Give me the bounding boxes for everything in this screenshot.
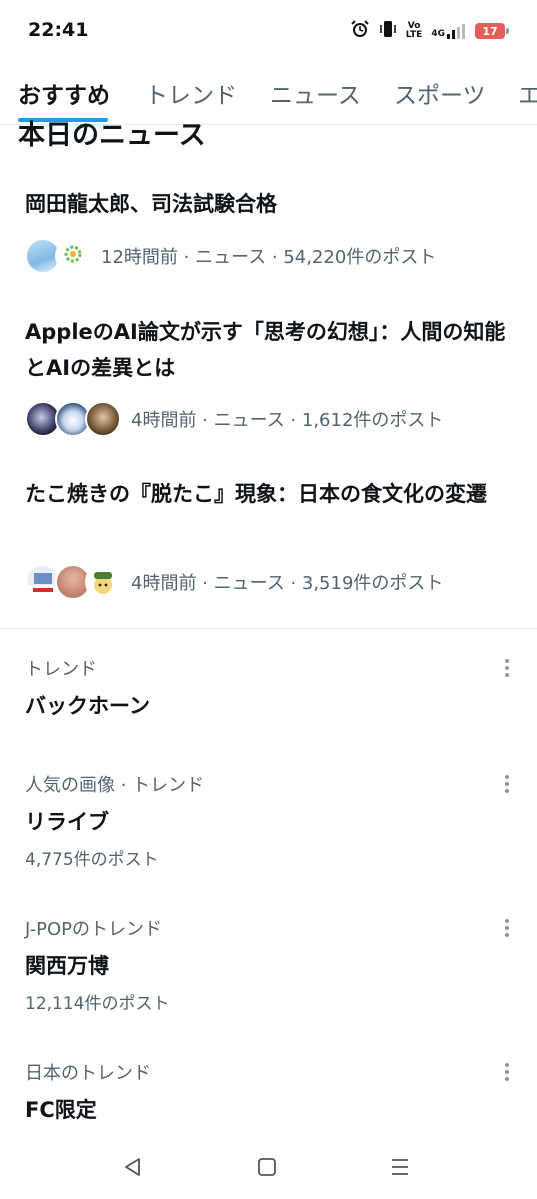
trend-post-count: 12,114件のポスト: [25, 994, 170, 1014]
more-options-icon[interactable]: [498, 771, 516, 797]
trend-category: J-POPのトレンド: [25, 919, 163, 940]
news-item-title[interactable]: AppleのAI論文が示す「思考の幻想」：人間の知能とAIの差異とは: [25, 314, 510, 386]
trend-name: FC限定: [25, 1098, 97, 1122]
news-meta-text: 4時間前 · ニュース · 1,612件のポスト: [131, 410, 444, 431]
news-meta-text: 12時間前 · ニュース · 54,220件のポスト: [101, 247, 437, 268]
network-type-label: 4G: [431, 29, 445, 39]
signal-icon: 4G: [431, 23, 466, 39]
avatar: [55, 238, 91, 274]
trend-name: 関西万博: [25, 954, 109, 978]
news-meta-text: 4時間前 · ニュース · 3,519件のポスト: [131, 573, 444, 594]
trend-name: リライブ: [25, 810, 109, 834]
news-item-title[interactable]: 岡田龍太郎、司法試験合格: [25, 186, 510, 222]
status-icons: Vo LTE 4G 17: [350, 18, 509, 44]
news-item-meta: 4時間前 · ニュース · 3,519件のポスト: [25, 564, 443, 600]
battery-icon: 17: [475, 23, 509, 39]
tab-news[interactable]: ニュース: [270, 76, 361, 110]
status-time: 22:41: [28, 19, 89, 41]
system-nav-bar: [0, 1140, 537, 1199]
volte-icon: Vo LTE: [406, 22, 423, 40]
trend-name: バックホーン: [25, 694, 150, 718]
section-divider: [0, 628, 537, 629]
trend-category: 人気の画像 · トレンド: [25, 775, 205, 796]
volte-bottom-label: LTE: [405, 30, 423, 40]
avatar: [85, 401, 121, 437]
more-options-icon[interactable]: [498, 1059, 516, 1085]
tab-trending[interactable]: トレンド: [145, 76, 237, 110]
news-item-title[interactable]: たこ焼きの『脱たこ』現象：日本の食文化の変遷: [25, 476, 510, 512]
more-options-icon[interactable]: [498, 915, 516, 941]
home-icon[interactable]: [252, 1152, 282, 1182]
back-icon[interactable]: [118, 1152, 148, 1182]
tab-recommended[interactable]: おすすめ: [18, 76, 110, 110]
news-item-meta: 12時間前 · ニュース · 54,220件のポスト: [25, 238, 436, 274]
tab-sports[interactable]: スポーツ: [394, 76, 486, 110]
avatar-group: [25, 401, 121, 437]
vibrate-icon: [379, 19, 397, 43]
news-item-meta: 4時間前 · ニュース · 1,612件のポスト: [25, 401, 443, 437]
more-options-icon[interactable]: [498, 655, 516, 681]
trend-category: トレンド: [25, 659, 97, 680]
avatar-group: [25, 238, 91, 274]
alarm-icon: [350, 19, 370, 43]
tab-entertainment[interactable]: エ: [518, 76, 537, 110]
avatar-group: [25, 564, 121, 600]
recents-icon[interactable]: [385, 1152, 415, 1182]
trend-category: 日本のトレンド: [25, 1063, 151, 1084]
section-title: 本日のニュース: [18, 120, 206, 151]
trend-post-count: 4,775件のポスト: [25, 850, 159, 870]
status-bar: 22:41 Vo LTE 4G 17: [0, 0, 537, 62]
avatar: [85, 564, 121, 600]
battery-level: 17: [482, 24, 498, 38]
